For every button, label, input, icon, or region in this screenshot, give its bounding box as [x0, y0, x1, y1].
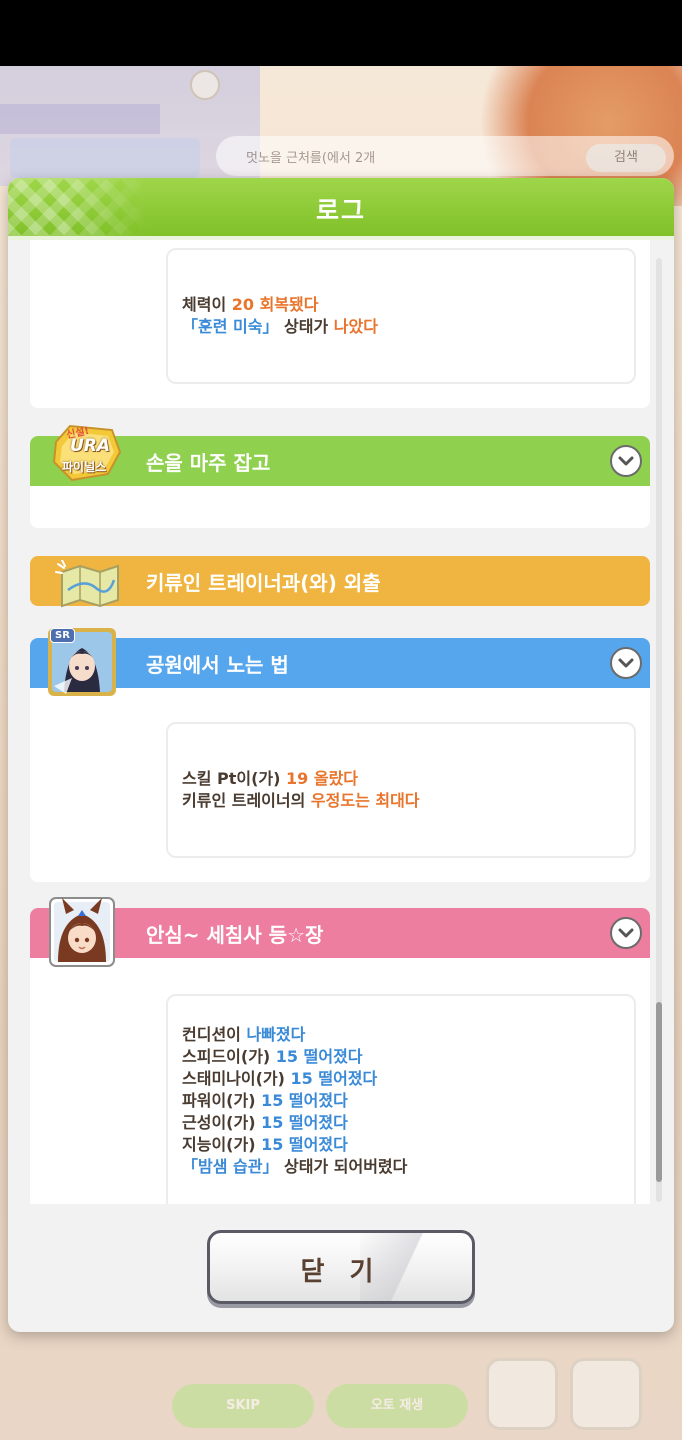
- ura-logo-text-mid: URA: [70, 436, 111, 456]
- ura-finals-logo-icon: 신설! URA 파이널스: [50, 422, 124, 486]
- background-auto-button: 오토 재생: [326, 1384, 468, 1428]
- result-text: 15 떨어졌다: [275, 1047, 363, 1066]
- result-text: 스태미나이(가): [182, 1069, 291, 1088]
- background-menu-icon: [570, 1358, 642, 1430]
- sr-rarity-badge: SR: [50, 628, 75, 643]
- chevron-down-icon[interactable]: [610, 917, 642, 949]
- result-text: 나빠졌다: [246, 1025, 306, 1044]
- result-text: 20 회복됐다: [231, 295, 319, 314]
- result-text: 15 떨어졌다: [290, 1069, 378, 1088]
- result-line: 「훈련 미숙」 상태가 나았다: [182, 316, 620, 338]
- dialog-header: 로그: [8, 178, 674, 236]
- result-line: 근성이(가) 15 떨어졌다: [182, 1112, 620, 1134]
- result-text: 지능이(가): [182, 1135, 262, 1154]
- header-pattern: [8, 178, 148, 236]
- scrollbar-thumb[interactable]: [656, 1002, 662, 1182]
- background-skip-button: SKIP: [172, 1384, 314, 1428]
- result-line: 체력이 20 회복됐다: [182, 294, 620, 316]
- result-text: 19 올랐다: [286, 769, 359, 788]
- background-race-icon: [486, 1358, 558, 1430]
- result-text: 스피드이(가): [182, 1047, 276, 1066]
- result-line: 지능이(가) 15 떨어졌다: [182, 1134, 620, 1156]
- map-icon: [54, 559, 126, 610]
- result-text: 「밤샘 습관」: [182, 1157, 279, 1176]
- close-button-label: 닫 기: [300, 1257, 382, 1287]
- result-text: 상태가: [278, 317, 334, 336]
- log-entry-card: 체력이 20 회복됐다 「훈련 미숙」 상태가 나았다: [30, 240, 650, 408]
- support-card-sr-icon: SR: [46, 626, 118, 698]
- event-title: 공원에서 노는 법: [146, 653, 289, 677]
- close-button[interactable]: 닫 기: [207, 1230, 475, 1304]
- result-text: 체력이: [182, 295, 232, 314]
- result-line: 「밤샘 습관」 상태가 되어버렸다: [182, 1156, 620, 1178]
- log-dialog: 로그 체력이 20 회복됐다 「훈련 미숙」 상태가 나았다 손을 마주 잡고 신…: [8, 178, 674, 1332]
- result-text: 15 떨어졌다: [261, 1135, 348, 1154]
- ura-logo-text-bottom: 파이널스: [62, 460, 107, 474]
- log-list[interactable]: 체력이 20 회복됐다 「훈련 미숙」 상태가 나았다 손을 마주 잡고 신설! …: [8, 240, 674, 1204]
- event-title: 안심~ 세침사 등☆장: [146, 923, 324, 947]
- result-text: 컨디션이: [182, 1025, 247, 1044]
- dialog-title: 로그: [315, 196, 366, 225]
- background-search-button: 검색: [586, 144, 666, 172]
- event-title: 키류인 트레이너과(와) 외출: [146, 571, 381, 595]
- result-text: 15 떨어졌다: [261, 1091, 348, 1110]
- result-text: 우정도는 최대다: [310, 791, 420, 810]
- character-portrait-icon: [48, 896, 116, 968]
- background-tabs: [10, 138, 200, 178]
- result-line: 스피드이(가) 15 떨어졌다: [182, 1046, 620, 1068]
- result-text: 근성이(가): [182, 1113, 262, 1132]
- result-box: 컨디션이 나빠졌다 스피드이(가) 15 떨어졌다 스태미나이(가) 15 떨어졌다…: [166, 994, 636, 1204]
- result-line: 스태미나이(가) 15 떨어졌다: [182, 1068, 620, 1090]
- result-line: 컨디션이 나빠졌다: [182, 1024, 620, 1046]
- event-title-bar[interactable]: 안심~ 세침사 등☆장: [30, 908, 650, 958]
- result-box: 스킬 Pt이(가) 19 올랐다 키류인 트레이너의 우정도는 최대다: [166, 722, 636, 858]
- event-title-bar[interactable]: 공원에서 노는 법: [30, 638, 650, 688]
- result-line: 키류인 트레이너의 우정도는 최대다: [182, 790, 620, 812]
- chevron-down-icon[interactable]: [610, 647, 642, 679]
- result-text: 파워이(가): [182, 1091, 262, 1110]
- background-badge-icon: [190, 70, 220, 100]
- result-box: 체력이 20 회복됐다 「훈련 미숙」 상태가 나았다: [166, 248, 636, 384]
- result-text: 「훈련 미숙」: [182, 317, 279, 336]
- chevron-down-icon[interactable]: [610, 445, 642, 477]
- result-text: 15 떨어졌다: [261, 1113, 348, 1132]
- result-line: 파워이(가) 15 떨어졌다: [182, 1090, 620, 1112]
- result-text: 나았다: [333, 317, 378, 336]
- log-scrollbar[interactable]: [656, 258, 662, 1202]
- background-name-plate: [0, 104, 160, 134]
- result-text: 스킬 Pt이(가): [182, 769, 287, 788]
- event-title: 손을 마주 잡고: [146, 451, 271, 475]
- result-line: 스킬 Pt이(가) 19 올랐다: [182, 768, 620, 790]
- result-text: 상태가 되어버렸다: [278, 1157, 408, 1176]
- result-text: 키류인 트레이너의: [182, 791, 311, 810]
